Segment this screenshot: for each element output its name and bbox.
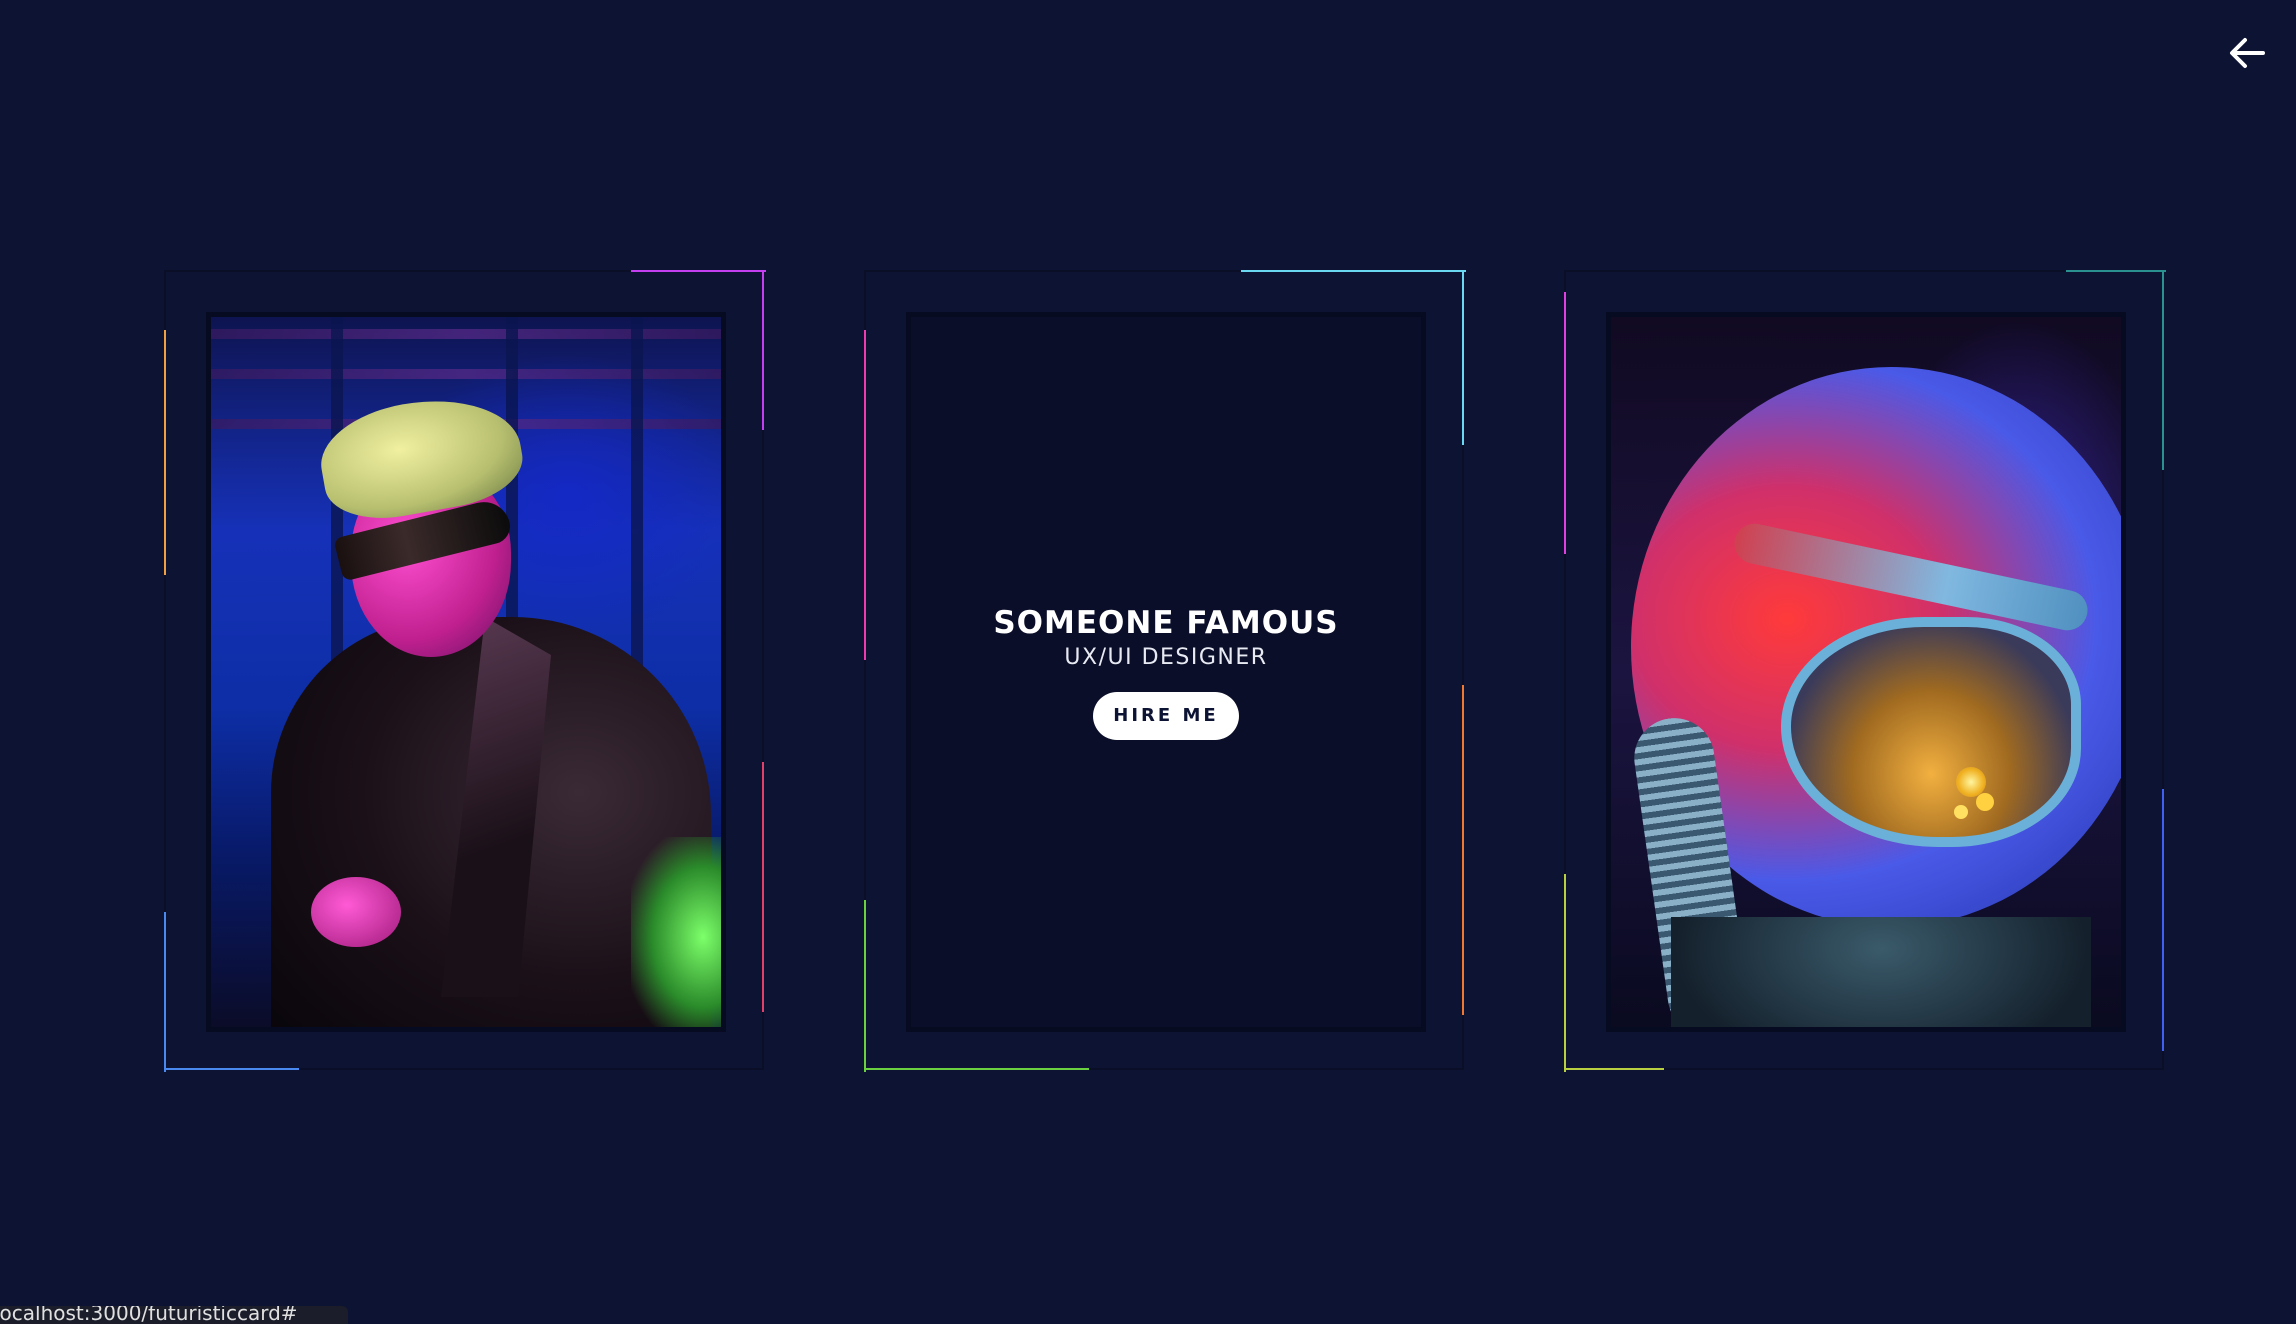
card-accent	[1564, 292, 1566, 554]
card-accent	[762, 270, 764, 430]
profile-name: SOMEONE FAMOUS	[993, 605, 1339, 641]
astronaut-photo	[1611, 317, 2121, 1027]
card-accent	[164, 1068, 299, 1070]
card-accent	[1241, 270, 1466, 272]
card-frame: SOMEONE FAMOUS UX/UI DESIGNER HIRE ME	[906, 312, 1426, 1032]
page: SOMEONE FAMOUS UX/UI DESIGNER HIRE ME lo…	[0, 0, 2296, 1324]
card-accent	[1462, 270, 1464, 445]
card-accent	[1462, 685, 1464, 1015]
card-accent	[2162, 789, 2164, 1051]
card-profile: SOMEONE FAMOUS UX/UI DESIGNER HIRE ME	[864, 270, 1466, 1072]
profile-info: SOMEONE FAMOUS UX/UI DESIGNER HIRE ME	[911, 605, 1421, 740]
card-accent	[164, 330, 166, 575]
card-accent	[762, 762, 764, 1012]
card-accent	[864, 330, 866, 660]
arrow-left-icon	[2230, 38, 2265, 68]
card-accent	[2162, 270, 2164, 470]
status-url: localhost:3000/futuristiccard#	[0, 1306, 298, 1324]
card-accent	[1564, 1068, 1664, 1070]
hire-me-button[interactable]: HIRE ME	[1093, 692, 1239, 740]
card-frame	[1606, 312, 2126, 1032]
back-button[interactable]	[2222, 28, 2272, 78]
profile-role: UX/UI DESIGNER	[1064, 645, 1268, 670]
card-astronaut[interactable]	[1564, 270, 2166, 1072]
card-accent	[2066, 270, 2166, 272]
link-preview-status-bar: localhost:3000/futuristiccard#	[0, 1306, 348, 1324]
card-portrait[interactable]	[164, 270, 766, 1072]
card-accent	[1564, 874, 1566, 1072]
card-accent	[864, 900, 866, 1072]
card-accent	[631, 270, 766, 272]
portrait-photo	[211, 317, 721, 1027]
card-frame	[206, 312, 726, 1032]
card-accent	[164, 912, 166, 1072]
card-accent	[864, 1068, 1089, 1070]
